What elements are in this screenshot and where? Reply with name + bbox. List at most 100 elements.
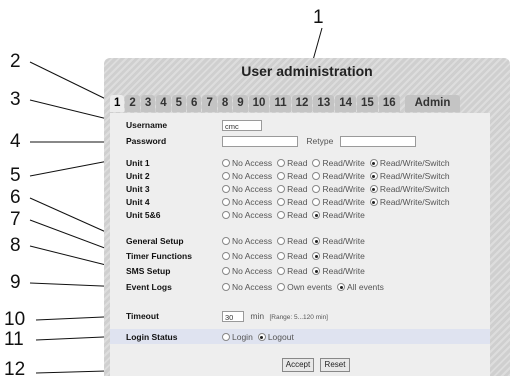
radio-option-read[interactable]: Read (277, 197, 307, 207)
radio-button-icon (222, 237, 230, 245)
radio-option-read-write[interactable]: Read/Write (312, 158, 365, 168)
tab-user-10[interactable]: 10 (248, 95, 270, 112)
radio-button-icon (312, 237, 321, 245)
radio-option-label: No Access (232, 197, 273, 207)
login-option-logout[interactable]: Logout (257, 332, 294, 342)
tab-user-1[interactable]: 1 (110, 95, 125, 112)
radio-option-read-write[interactable]: Read/Write (312, 210, 365, 220)
radio-button-icon (369, 198, 378, 206)
radio-option-read[interactable]: Read (277, 236, 307, 246)
radio-option-read[interactable]: Read (277, 171, 307, 181)
callout-11: 11 (4, 329, 24, 350)
radio-button-icon (312, 252, 321, 260)
retype-password-input[interactable] (339, 136, 416, 148)
tab-admin[interactable]: Admin (404, 95, 461, 112)
reset-button[interactable]: Reset (320, 358, 350, 372)
radio-option-no-access[interactable]: No Access (222, 184, 272, 194)
radio-option-label: Read/Write (322, 171, 365, 181)
radio-option-read[interactable]: Read (277, 184, 307, 194)
tab-user-12[interactable]: 12 (291, 95, 313, 112)
tab-user-9[interactable]: 9 (233, 95, 248, 112)
radio-option-no-access[interactable]: No Access (222, 282, 272, 292)
radio-option-label: Read/Write (322, 251, 365, 261)
tab-user-4[interactable]: 4 (156, 95, 171, 112)
page-title: User administration (241, 63, 373, 79)
radio-option-no-access[interactable]: No Access (222, 251, 272, 261)
radio-option-own-events[interactable]: Own events (277, 282, 332, 292)
radio-option-no-access[interactable]: No Access (222, 171, 272, 181)
radio-button-icon (277, 198, 286, 206)
radio-button-icon (222, 159, 230, 167)
tab-user-2[interactable]: 2 (125, 95, 140, 112)
callout-4: 4 (10, 131, 21, 152)
tab-user-16[interactable]: 16 (378, 95, 400, 112)
timeout-range-hint: [Range: 5...120 min] (269, 314, 328, 321)
radio-option-label: Read/Write (322, 184, 365, 194)
user-tabs: 1 2 3 4 5 6 7 8 9 10 11 12 13 14 15 16 A… (110, 95, 461, 113)
radio-option-label: No Access (232, 171, 273, 181)
radio-button-icon (277, 252, 286, 260)
radio-option-label: Logout (267, 332, 294, 342)
radio-option-read-write-switch[interactable]: Read/Write/Switch (369, 184, 450, 194)
callout-line-2 (29, 61, 115, 104)
radio-option-no-access[interactable]: No Access (222, 236, 272, 246)
tab-user-8[interactable]: 8 (217, 95, 233, 112)
callout-10: 10 (4, 309, 26, 330)
radio-button-icon (312, 198, 321, 206)
tab-user-11[interactable]: 11 (270, 95, 291, 112)
radio-button-icon (277, 185, 286, 193)
permission-label: Unit 4 (126, 197, 150, 207)
radio-button-icon (312, 159, 321, 167)
radio-option-label: No Access (232, 184, 273, 194)
password-label: Password (126, 136, 167, 146)
radio-option-read[interactable]: Read (277, 251, 307, 261)
radio-option-read-write[interactable]: Read/Write (312, 251, 365, 261)
radio-option-label: Login (232, 332, 253, 342)
radio-option-no-access[interactable]: No Access (222, 266, 272, 276)
tab-user-15[interactable]: 15 (357, 95, 378, 112)
radio-option-read[interactable]: Read (277, 210, 307, 220)
username-input[interactable]: cmc (222, 120, 262, 132)
callout-5: 5 (10, 165, 21, 186)
radio-option-read-write-switch[interactable]: Read/Write/Switch (369, 158, 450, 168)
callout-6: 6 (10, 187, 21, 208)
radio-option-read-write[interactable]: Read/Write (312, 184, 365, 194)
radio-option-read-write[interactable]: Read/Write (312, 171, 365, 181)
tab-user-13[interactable]: 13 (313, 95, 335, 112)
radio-button-icon (337, 283, 346, 291)
radio-option-label: Read/Write/Switch (379, 184, 450, 194)
login-option-login[interactable]: Login (222, 332, 253, 342)
radio-option-no-access[interactable]: No Access (222, 210, 272, 220)
radio-option-read-write[interactable]: Read/Write (312, 197, 365, 207)
radio-option-read[interactable]: Read (277, 266, 307, 276)
radio-option-label: Own events (287, 282, 333, 292)
callout-9: 9 (10, 272, 21, 293)
radio-option-read[interactable]: Read (277, 158, 307, 168)
tab-user-5[interactable]: 5 (171, 95, 187, 112)
radio-option-label: All events (347, 282, 384, 292)
login-status-label: Login Status (126, 332, 178, 342)
radio-option-all-events[interactable]: All events (337, 282, 384, 292)
radio-option-read-write[interactable]: Read/Write (312, 236, 365, 246)
radio-button-icon (257, 333, 266, 341)
radio-option-read-write[interactable]: Read/Write (312, 266, 365, 276)
timeout-input[interactable]: 30 (222, 311, 244, 323)
tab-user-6[interactable]: 6 (187, 95, 202, 112)
radio-option-no-access[interactable]: No Access (222, 158, 272, 168)
radio-option-no-access[interactable]: No Access (222, 197, 272, 207)
callout-3: 3 (10, 89, 21, 110)
password-input[interactable] (222, 136, 298, 148)
radio-option-read-write-switch[interactable]: Read/Write/Switch (369, 171, 450, 181)
radio-button-icon (222, 283, 230, 291)
tab-user-14[interactable]: 14 (335, 95, 357, 112)
accept-button[interactable]: Accept (282, 358, 314, 372)
radio-button-icon (222, 252, 230, 260)
radio-option-label: Read/Write (322, 266, 365, 276)
radio-option-label: Read (287, 197, 308, 207)
radio-option-label: No Access (232, 266, 273, 276)
tab-user-3[interactable]: 3 (140, 95, 156, 112)
user-form: Username cmc Password Retype Unit 1 No Ac… (110, 113, 490, 376)
callout-1: 1 (313, 7, 324, 28)
radio-option-read-write-switch[interactable]: Read/Write/Switch (369, 197, 450, 207)
tab-user-7[interactable]: 7 (202, 95, 217, 112)
